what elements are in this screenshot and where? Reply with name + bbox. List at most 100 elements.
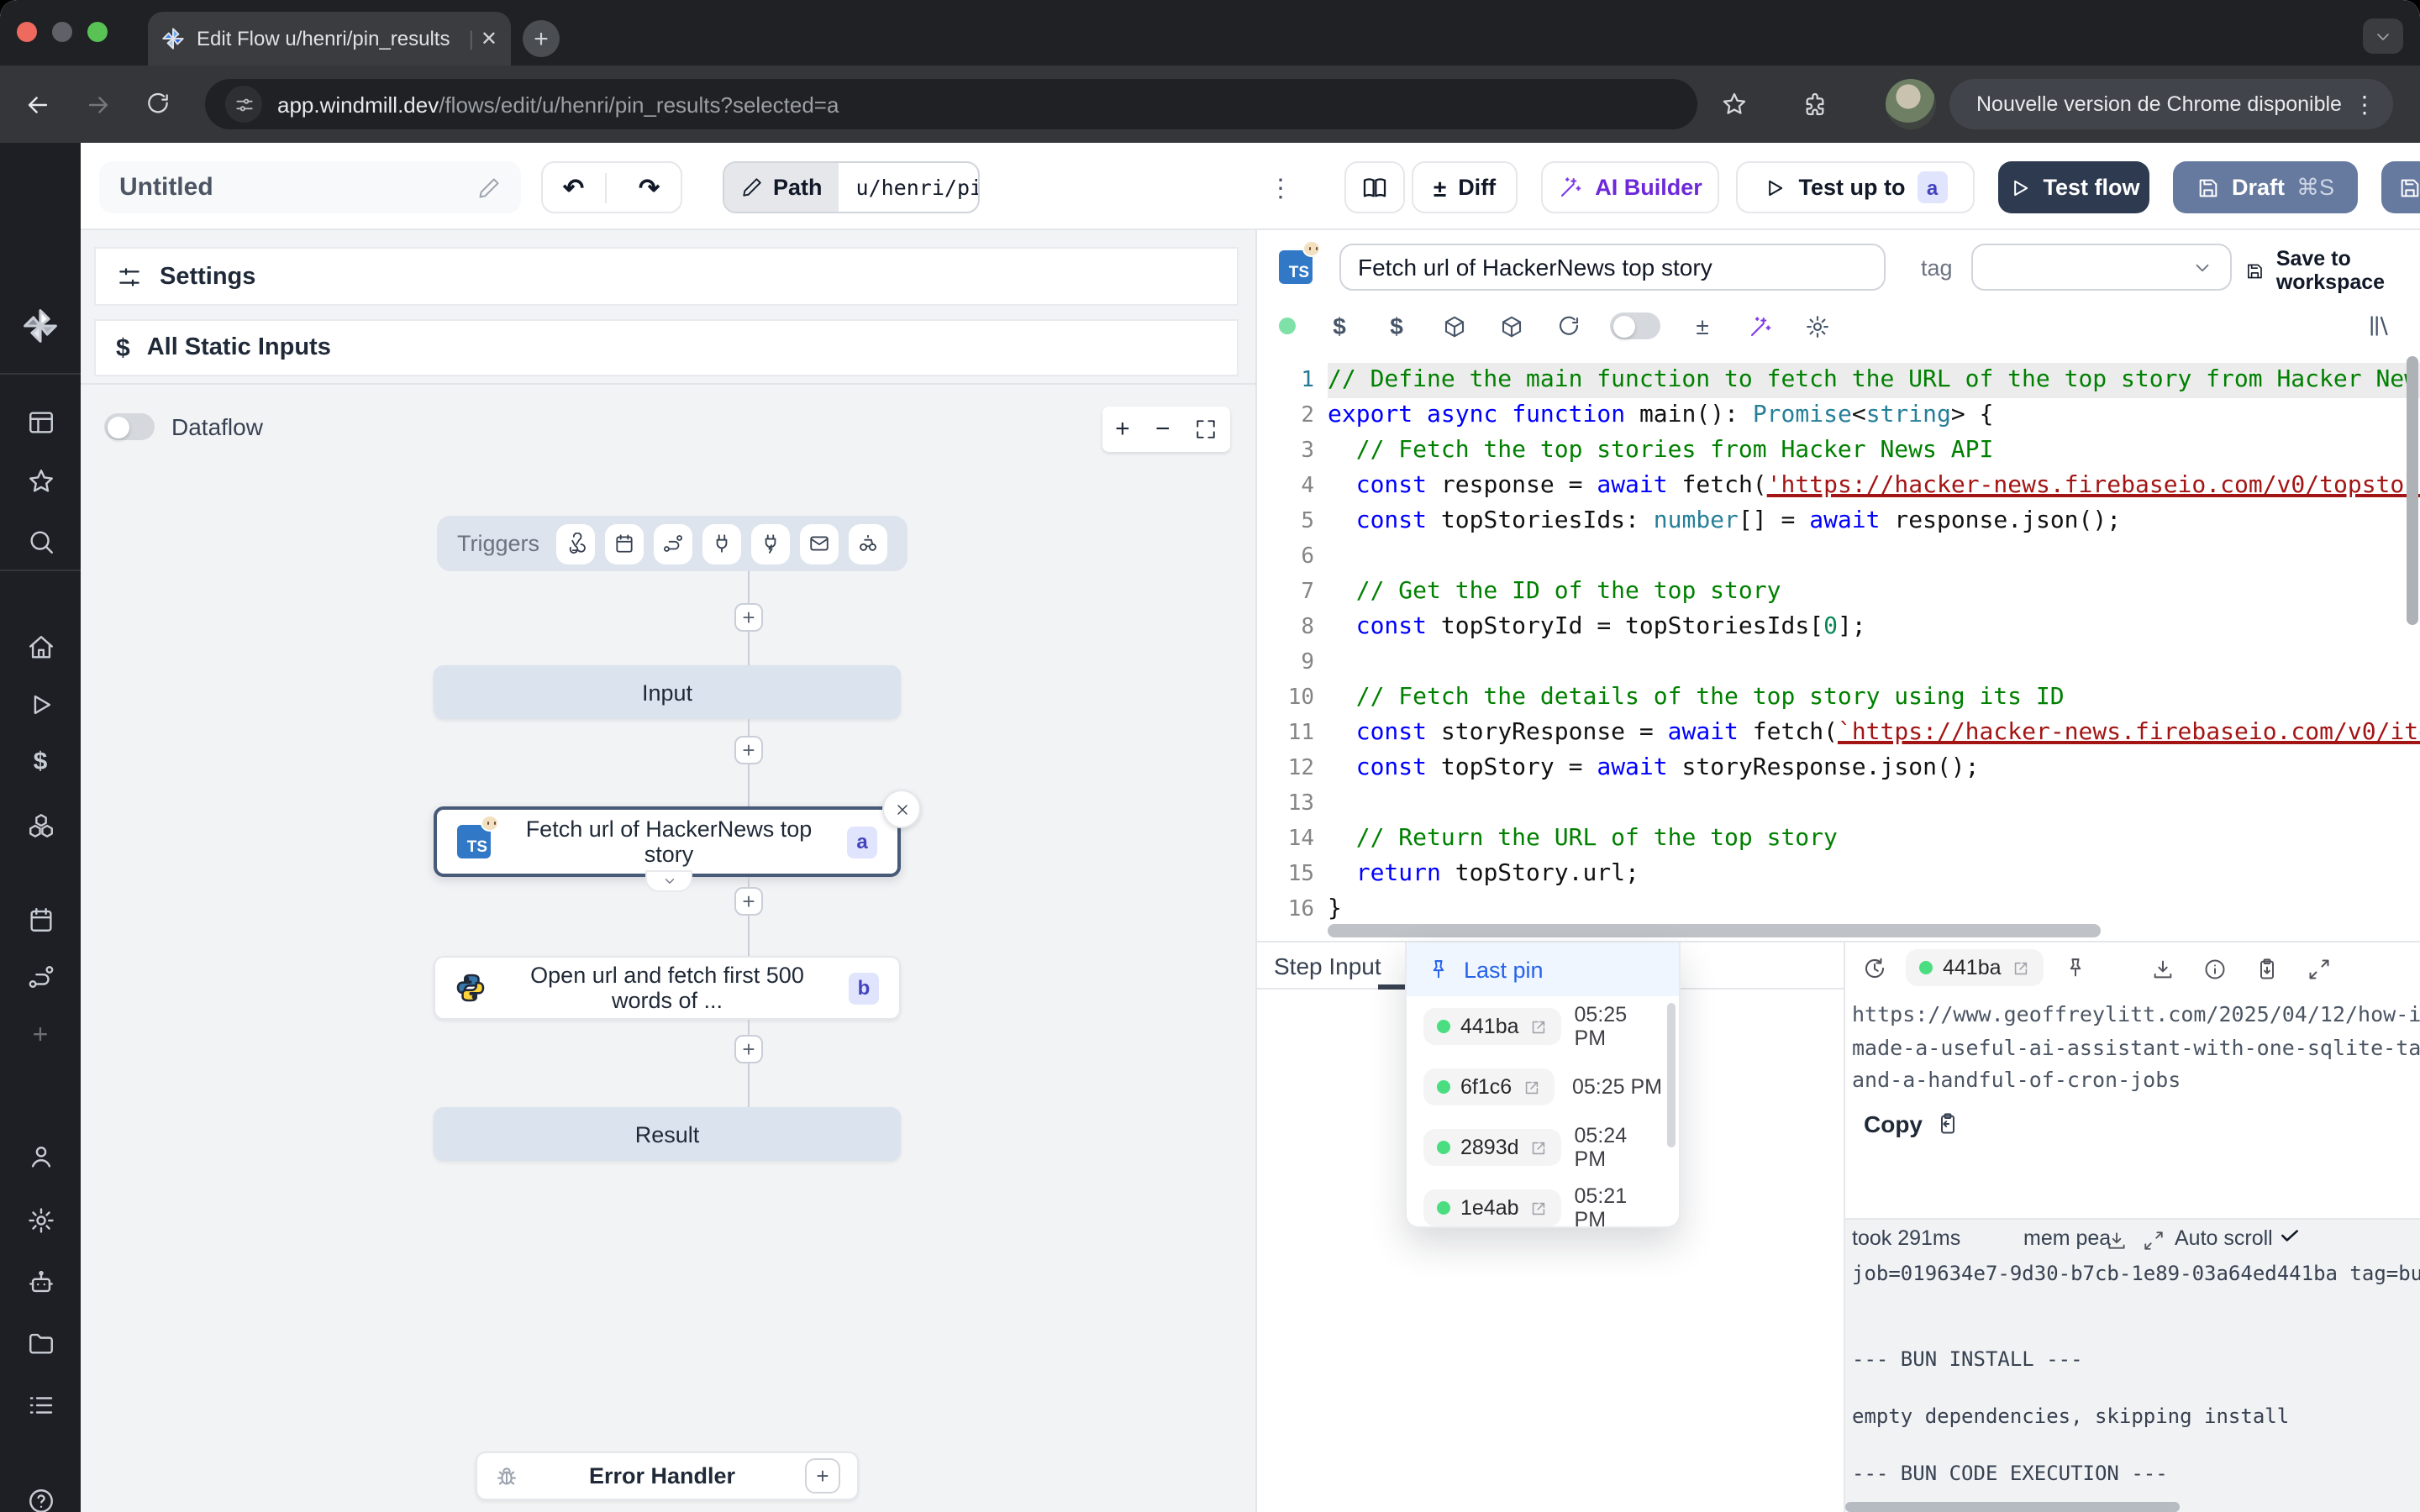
external-link-icon[interactable]: [1522, 1078, 1540, 1096]
copy-result-button[interactable]: [2249, 953, 2286, 986]
save-to-workspace-button[interactable]: Save to workspace: [2245, 247, 2420, 294]
windmill-logo[interactable]: [0, 302, 81, 349]
sidebar-item-folders[interactable]: [0, 1319, 81, 1366]
code-line[interactable]: return topStory.url;: [1328, 857, 2420, 892]
pin-menu-item[interactable]: 6f1c605:25 PM: [1407, 1057, 1679, 1117]
add-step-button[interactable]: +: [734, 736, 763, 764]
webhook-trigger-button[interactable]: [556, 523, 595, 564]
close-window-button[interactable]: [17, 22, 37, 42]
flow-canvas[interactable]: Dataflow + − Triggers +: [81, 383, 1255, 1512]
code-line[interactable]: }: [1328, 892, 2420, 927]
path-field[interactable]: Path u/henri/pin: [723, 161, 980, 213]
reload-button[interactable]: [134, 81, 182, 128]
pin-menu-item[interactable]: 2893d05:24 PM: [1407, 1117, 1679, 1178]
result-info-button[interactable]: [2196, 953, 2233, 986]
static-inputs-row[interactable]: $ All Static Inputs: [94, 319, 1239, 376]
code-line[interactable]: const storyResponse = await fetch(`https…: [1328, 716, 2420, 751]
browser-menu-kebab-icon[interactable]: ⋮: [2353, 90, 2376, 118]
history-button[interactable]: [1855, 951, 1892, 984]
download-result-button[interactable]: [2144, 953, 2181, 986]
flow-step-a-node[interactable]: TS Fetch url of HackerNews top story a: [434, 806, 901, 877]
sidebar-item-schedules[interactable]: [0, 895, 81, 942]
result-url[interactable]: https://www.geoffreylitt.com/2025/04/12/…: [1852, 998, 2420, 1096]
pin-menu-scrollbar[interactable]: [1667, 1003, 1676, 1147]
add-variable-button[interactable]: $: [1318, 306, 1361, 346]
code-line[interactable]: [1328, 786, 2420, 822]
draft-button[interactable]: Draft ⌘S: [2173, 161, 2358, 213]
download-logs-button[interactable]: [2097, 1223, 2134, 1257]
poll-trigger-button[interactable]: [849, 523, 887, 564]
editor-hscrollbar[interactable]: [1328, 924, 2101, 937]
triggers-node[interactable]: Triggers: [437, 516, 908, 571]
fit-view-icon[interactable]: [1196, 418, 1218, 440]
flow-input-node[interactable]: Input: [434, 665, 901, 719]
flow-name-field[interactable]: Untitled: [99, 161, 521, 213]
external-link-icon[interactable]: [1529, 1199, 1548, 1217]
tab-close-icon[interactable]: ✕: [481, 27, 497, 50]
code-line[interactable]: [1328, 645, 2420, 680]
schedule-trigger-button[interactable]: [605, 523, 644, 564]
pin-result-button[interactable]: [2057, 951, 2094, 984]
email-trigger-button[interactable]: [800, 523, 839, 564]
sidebar-item-workers[interactable]: [0, 1258, 81, 1305]
code-editor[interactable]: 12345678910111213141516 // Define the ma…: [1257, 353, 2420, 941]
result-run-badge[interactable]: 441ba: [1906, 949, 2044, 986]
profile-avatar[interactable]: [1886, 79, 1936, 129]
sidebar-item-resources[interactable]: [0, 801, 81, 848]
ai-builder-button[interactable]: AI Builder: [1541, 161, 1719, 213]
pin-menu-item[interactable]: 1e4ab05:21 PM: [1407, 1178, 1679, 1228]
flow-settings-row[interactable]: Settings: [94, 247, 1239, 306]
url-bar[interactable]: app.windmill.dev/flows/edit/u/henri/pin_…: [205, 79, 1697, 129]
sidebar-item-audit-logs[interactable]: [0, 1381, 81, 1428]
pin-run-badge[interactable]: 2893d: [1423, 1129, 1561, 1166]
zoom-out-button[interactable]: −: [1155, 415, 1171, 444]
test-up-to-button[interactable]: Test up to a: [1736, 161, 1975, 213]
add-error-handler-button[interactable]: +: [805, 1458, 840, 1494]
sidebar-item-home[interactable]: [0, 623, 81, 670]
sidebar-item-add[interactable]: +: [0, 1013, 81, 1060]
code-line[interactable]: // Define the main function to fetch the…: [1328, 363, 2420, 398]
expand-result-button[interactable]: [2301, 953, 2338, 986]
library-button[interactable]: [2358, 306, 2402, 346]
sidebar-item-apps[interactable]: [0, 398, 81, 445]
redo-button[interactable]: ↷: [618, 172, 681, 202]
maximize-window-button[interactable]: [87, 22, 108, 42]
reset-code-button[interactable]: [1546, 306, 1590, 346]
forward-button[interactable]: [74, 81, 121, 128]
site-info-button[interactable]: [225, 86, 262, 123]
undo-button[interactable]: ↶: [543, 172, 606, 202]
route-trigger-button[interactable]: [654, 523, 692, 564]
back-button[interactable]: [13, 81, 60, 128]
kafka-trigger-button[interactable]: [751, 523, 790, 564]
auto-scroll-checkbox[interactable]: [2279, 1225, 2301, 1247]
code-line[interactable]: // Return the URL of the top story: [1328, 822, 2420, 857]
external-link-icon[interactable]: [1529, 1138, 1548, 1157]
sidebar-item-account[interactable]: [0, 1132, 81, 1179]
docs-button[interactable]: [1344, 161, 1405, 213]
tag-select[interactable]: [1971, 244, 2232, 291]
dataflow-toggle[interactable]: [104, 413, 155, 440]
editor-vscrollbar[interactable]: [2407, 356, 2418, 625]
code-line[interactable]: // Get the ID of the top story: [1328, 575, 2420, 610]
external-link-icon[interactable]: [1529, 1017, 1548, 1036]
editor-toggle[interactable]: [1610, 312, 1660, 339]
zoom-in-button[interactable]: +: [1115, 415, 1130, 444]
code-line[interactable]: export async function main(): Promise<st…: [1328, 398, 2420, 433]
deploy-button[interactable]: Deploy: [2381, 161, 2420, 213]
chrome-update-button[interactable]: Nouvelle version de Chrome disponible ⋮: [1949, 79, 2393, 129]
code-line[interactable]: const response = await fetch('https://ha…: [1328, 469, 2420, 504]
sidebar-item-help[interactable]: [0, 1477, 81, 1512]
package-button[interactable]: [1432, 306, 1476, 346]
pin-run-badge[interactable]: 1e4ab: [1423, 1189, 1561, 1226]
code-lines[interactable]: // Define the main function to fetch the…: [1328, 363, 2420, 927]
add-step-button[interactable]: +: [734, 603, 763, 632]
test-up-to-step-badge[interactable]: a: [1918, 171, 1948, 203]
log-hscrollbar[interactable]: [1845, 1502, 2180, 1512]
log-lines[interactable]: job=019634e7-9d30-b7cb-1e89-03a64ed441ba…: [1852, 1260, 2420, 1488]
step-name-input[interactable]: Fetch url of HackerNews top story: [1339, 244, 1886, 291]
pin-run-badge[interactable]: 6f1c6: [1423, 1068, 1554, 1105]
code-line[interactable]: const topStory = await storyResponse.jso…: [1328, 751, 2420, 786]
sidebar-item-search[interactable]: [0, 517, 81, 564]
expand-logs-button[interactable]: [2134, 1223, 2171, 1257]
flow-step-b-node[interactable]: Open url and fetch first 500 words of ..…: [434, 956, 901, 1020]
